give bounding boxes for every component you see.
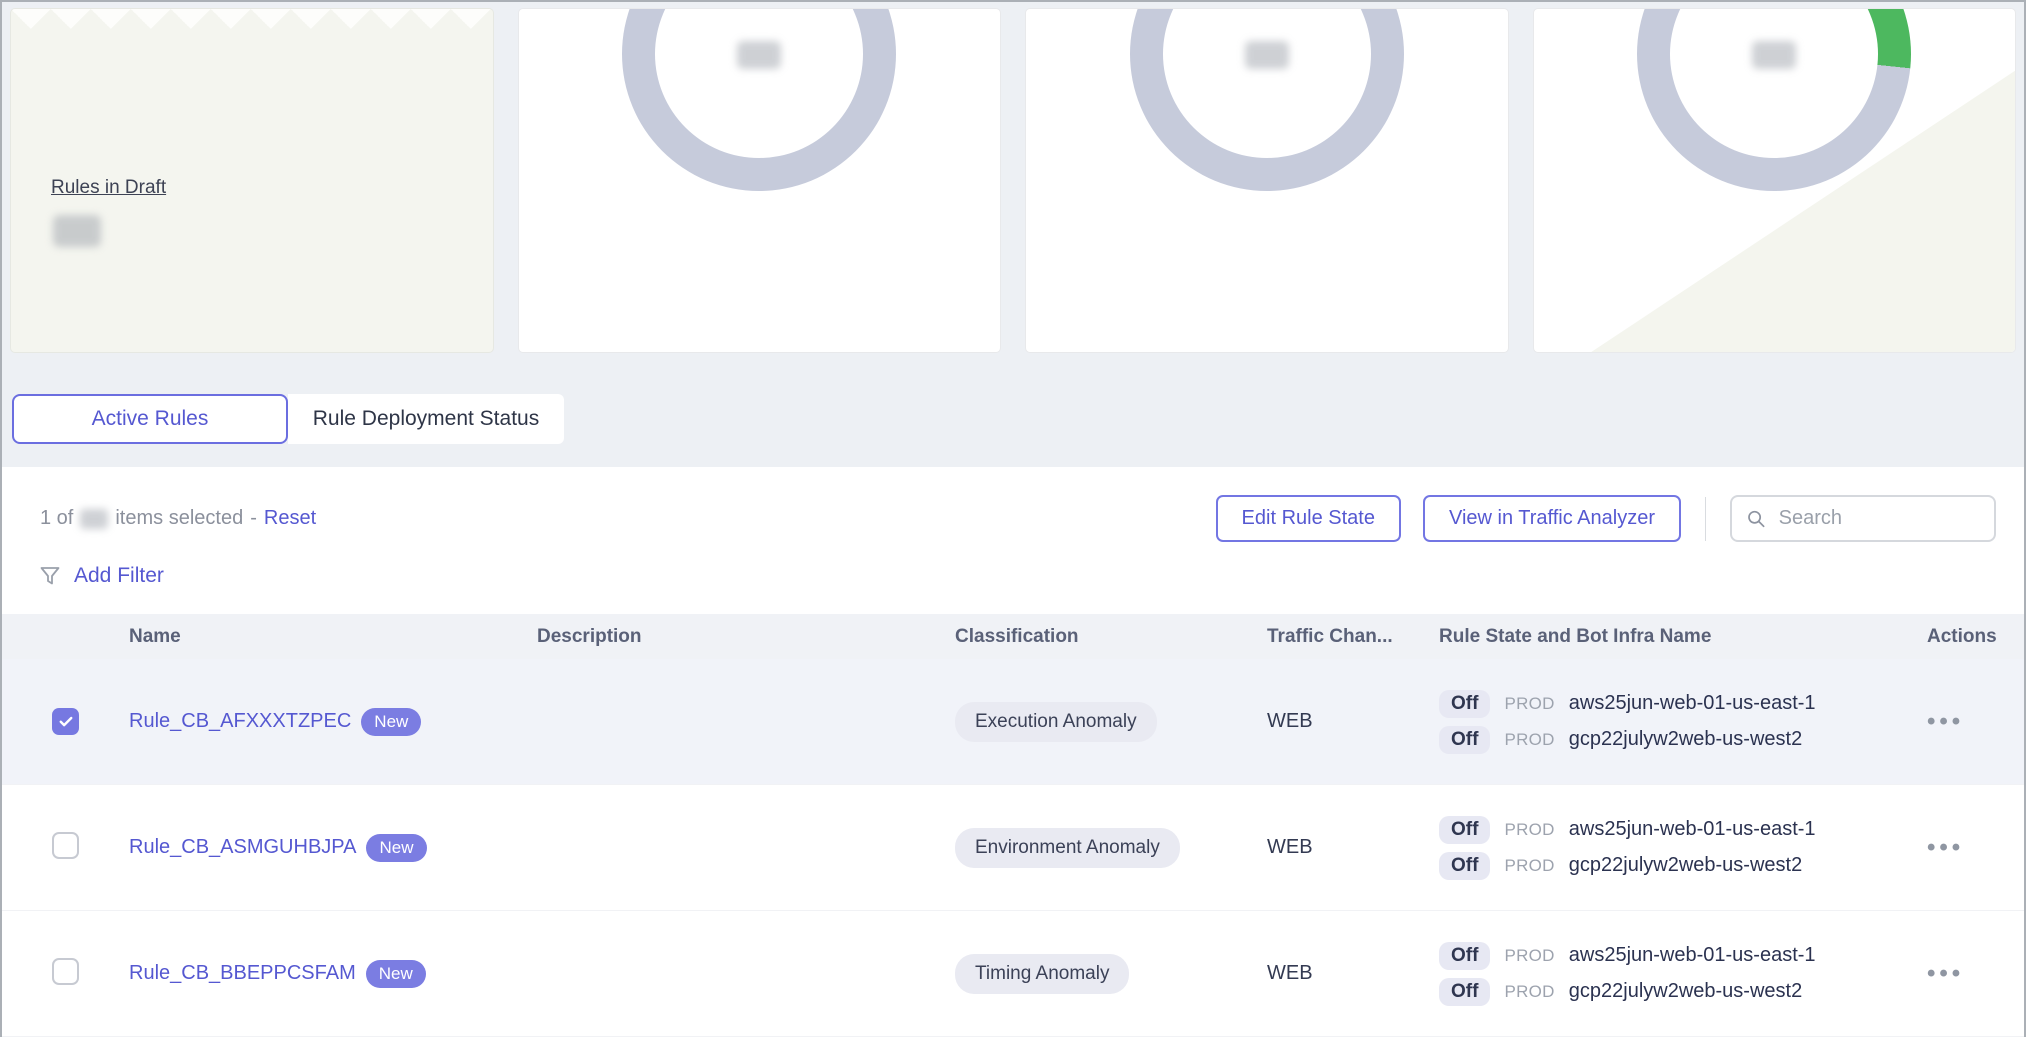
rules-tabs: Active Rules Rule Deployment Status <box>12 394 2024 444</box>
env-label: PROD <box>1504 856 1554 876</box>
donut-chart-2 <box>1130 8 1404 191</box>
rules-table: Name Description Classification Traffic … <box>2 614 2024 1037</box>
rules-in-draft-card: Rules in Draft <box>10 8 494 353</box>
classification-pill: Execution Anomaly <box>955 702 1157 742</box>
new-badge: New <box>361 708 421 736</box>
bot-infra-name: gcp22julyw2web-us-west2 <box>1569 854 1802 877</box>
rule-state-line: Off PROD gcp22julyw2web-us-west2 <box>1439 852 1927 880</box>
env-label: PROD <box>1504 820 1554 840</box>
redacted-total-count <box>80 509 108 529</box>
search-input[interactable] <box>1779 507 1980 530</box>
summary-cards-row: Rules in Draft <box>2 2 2024 353</box>
column-header-rule-state: Rule State and Bot Infra Name <box>1439 626 1927 648</box>
state-badge: Off <box>1439 942 1490 970</box>
donut-chart-1 <box>622 8 896 191</box>
selection-summary: 1 of items selected - Reset <box>40 507 316 530</box>
rule-state-cell: Off PROD aws25jun-web-01-us-east-1 Off P… <box>1439 690 1927 754</box>
table-row[interactable]: Rule_CB_AFXXXTZPEC New Execution Anomaly… <box>2 659 2024 785</box>
rule-state-line: Off PROD gcp22julyw2web-us-west2 <box>1439 726 1927 754</box>
rule-state-cell: Off PROD aws25jun-web-01-us-east-1 Off P… <box>1439 942 1927 1006</box>
donut-chart-3 <box>1637 8 1911 191</box>
table-toolbar: 1 of items selected - Reset Edit Rule St… <box>2 467 2024 542</box>
search-icon <box>1746 507 1767 531</box>
state-badge: Off <box>1439 690 1490 718</box>
row-checkbox[interactable] <box>52 958 79 985</box>
column-header-name: Name <box>129 626 537 648</box>
rule-state-line: Off PROD gcp22julyw2web-us-west2 <box>1439 978 1927 1006</box>
toolbar-divider <box>1705 497 1706 541</box>
more-actions-icon[interactable]: ••• <box>1927 834 1964 861</box>
add-filter-button[interactable]: Add Filter <box>38 564 2024 588</box>
toolbar-actions: Edit Rule State View in Traffic Analyzer <box>1216 495 1996 542</box>
bot-infra-name: gcp22julyw2web-us-west2 <box>1569 980 1802 1003</box>
state-badge: Off <box>1439 726 1490 754</box>
rule-name-link[interactable]: Rule_CB_ASMGUHBJPA <box>129 836 356 859</box>
rule-name-link[interactable]: Rule_CB_BBEPPCSFAM <box>129 962 356 985</box>
search-box[interactable] <box>1730 495 1996 542</box>
env-label: PROD <box>1504 694 1554 714</box>
more-actions-icon[interactable]: ••• <box>1927 708 1964 735</box>
table-row[interactable]: Rule_CB_ASMGUHBJPA New Environment Anoma… <box>2 785 2024 911</box>
state-badge: Off <box>1439 816 1490 844</box>
rule-state-line: Off PROD aws25jun-web-01-us-east-1 <box>1439 942 1927 970</box>
edit-rule-state-button[interactable]: Edit Rule State <box>1216 495 1401 542</box>
env-label: PROD <box>1504 946 1554 966</box>
donut-card-1 <box>518 8 1002 353</box>
bot-infra-name: aws25jun-web-01-us-east-1 <box>1569 944 1816 967</box>
active-rules-panel: 1 of items selected - Reset Edit Rule St… <box>2 467 2024 1035</box>
more-actions-icon[interactable]: ••• <box>1927 960 1964 987</box>
filter-funnel-icon <box>38 564 62 588</box>
new-badge: New <box>366 960 426 988</box>
donut-card-2 <box>1025 8 1509 353</box>
classification-pill: Environment Anomaly <box>955 828 1180 868</box>
donut-card-3 <box>1533 8 2017 353</box>
traffic-channel-cell: WEB <box>1267 710 1439 733</box>
column-header-description: Description <box>537 626 955 648</box>
new-badge: New <box>366 834 426 862</box>
column-header-classification: Classification <box>955 626 1267 648</box>
rule-name-link[interactable]: Rule_CB_AFXXXTZPEC <box>129 710 351 733</box>
row-checkbox[interactable] <box>52 832 79 859</box>
selection-prefix: 1 of <box>40 507 73 530</box>
rule-state-line: Off PROD aws25jun-web-01-us-east-1 <box>1439 816 1927 844</box>
tab-active-rules[interactable]: Active Rules <box>12 394 288 444</box>
traffic-channel-cell: WEB <box>1267 836 1439 859</box>
rules-in-draft-link[interactable]: Rules in Draft <box>51 177 166 199</box>
traffic-channel-cell: WEB <box>1267 962 1439 985</box>
redacted-donut-value-1 <box>737 41 781 69</box>
column-header-traffic-channel: Traffic Chan... <box>1267 626 1439 648</box>
bot-infra-name: gcp22julyw2web-us-west2 <box>1569 728 1802 751</box>
state-badge: Off <box>1439 852 1490 880</box>
table-row[interactable]: Rule_CB_BBEPPCSFAM New Timing Anomaly WE… <box>2 911 2024 1037</box>
env-label: PROD <box>1504 982 1554 1002</box>
selection-separator: - <box>250 507 257 530</box>
redacted-draft-count <box>53 215 101 247</box>
bot-infra-name: aws25jun-web-01-us-east-1 <box>1569 818 1816 841</box>
tab-rule-deployment-status[interactable]: Rule Deployment Status <box>288 394 564 444</box>
rule-state-line: Off PROD aws25jun-web-01-us-east-1 <box>1439 690 1927 718</box>
checkmark-icon <box>57 712 75 730</box>
rule-state-cell: Off PROD aws25jun-web-01-us-east-1 Off P… <box>1439 816 1927 880</box>
column-header-actions: Actions <box>1927 626 2024 648</box>
add-filter-label: Add Filter <box>74 564 164 588</box>
row-checkbox[interactable] <box>52 708 79 735</box>
bot-infra-name: aws25jun-web-01-us-east-1 <box>1569 692 1816 715</box>
classification-pill: Timing Anomaly <box>955 954 1129 994</box>
reset-selection-link[interactable]: Reset <box>264 507 316 530</box>
redacted-donut-value-3 <box>1752 41 1796 69</box>
selection-suffix: items selected <box>115 507 243 530</box>
view-in-traffic-analyzer-button[interactable]: View in Traffic Analyzer <box>1423 495 1681 542</box>
state-badge: Off <box>1439 978 1490 1006</box>
env-label: PROD <box>1504 730 1554 750</box>
redacted-donut-value-2 <box>1245 41 1289 69</box>
table-header-row: Name Description Classification Traffic … <box>2 614 2024 659</box>
